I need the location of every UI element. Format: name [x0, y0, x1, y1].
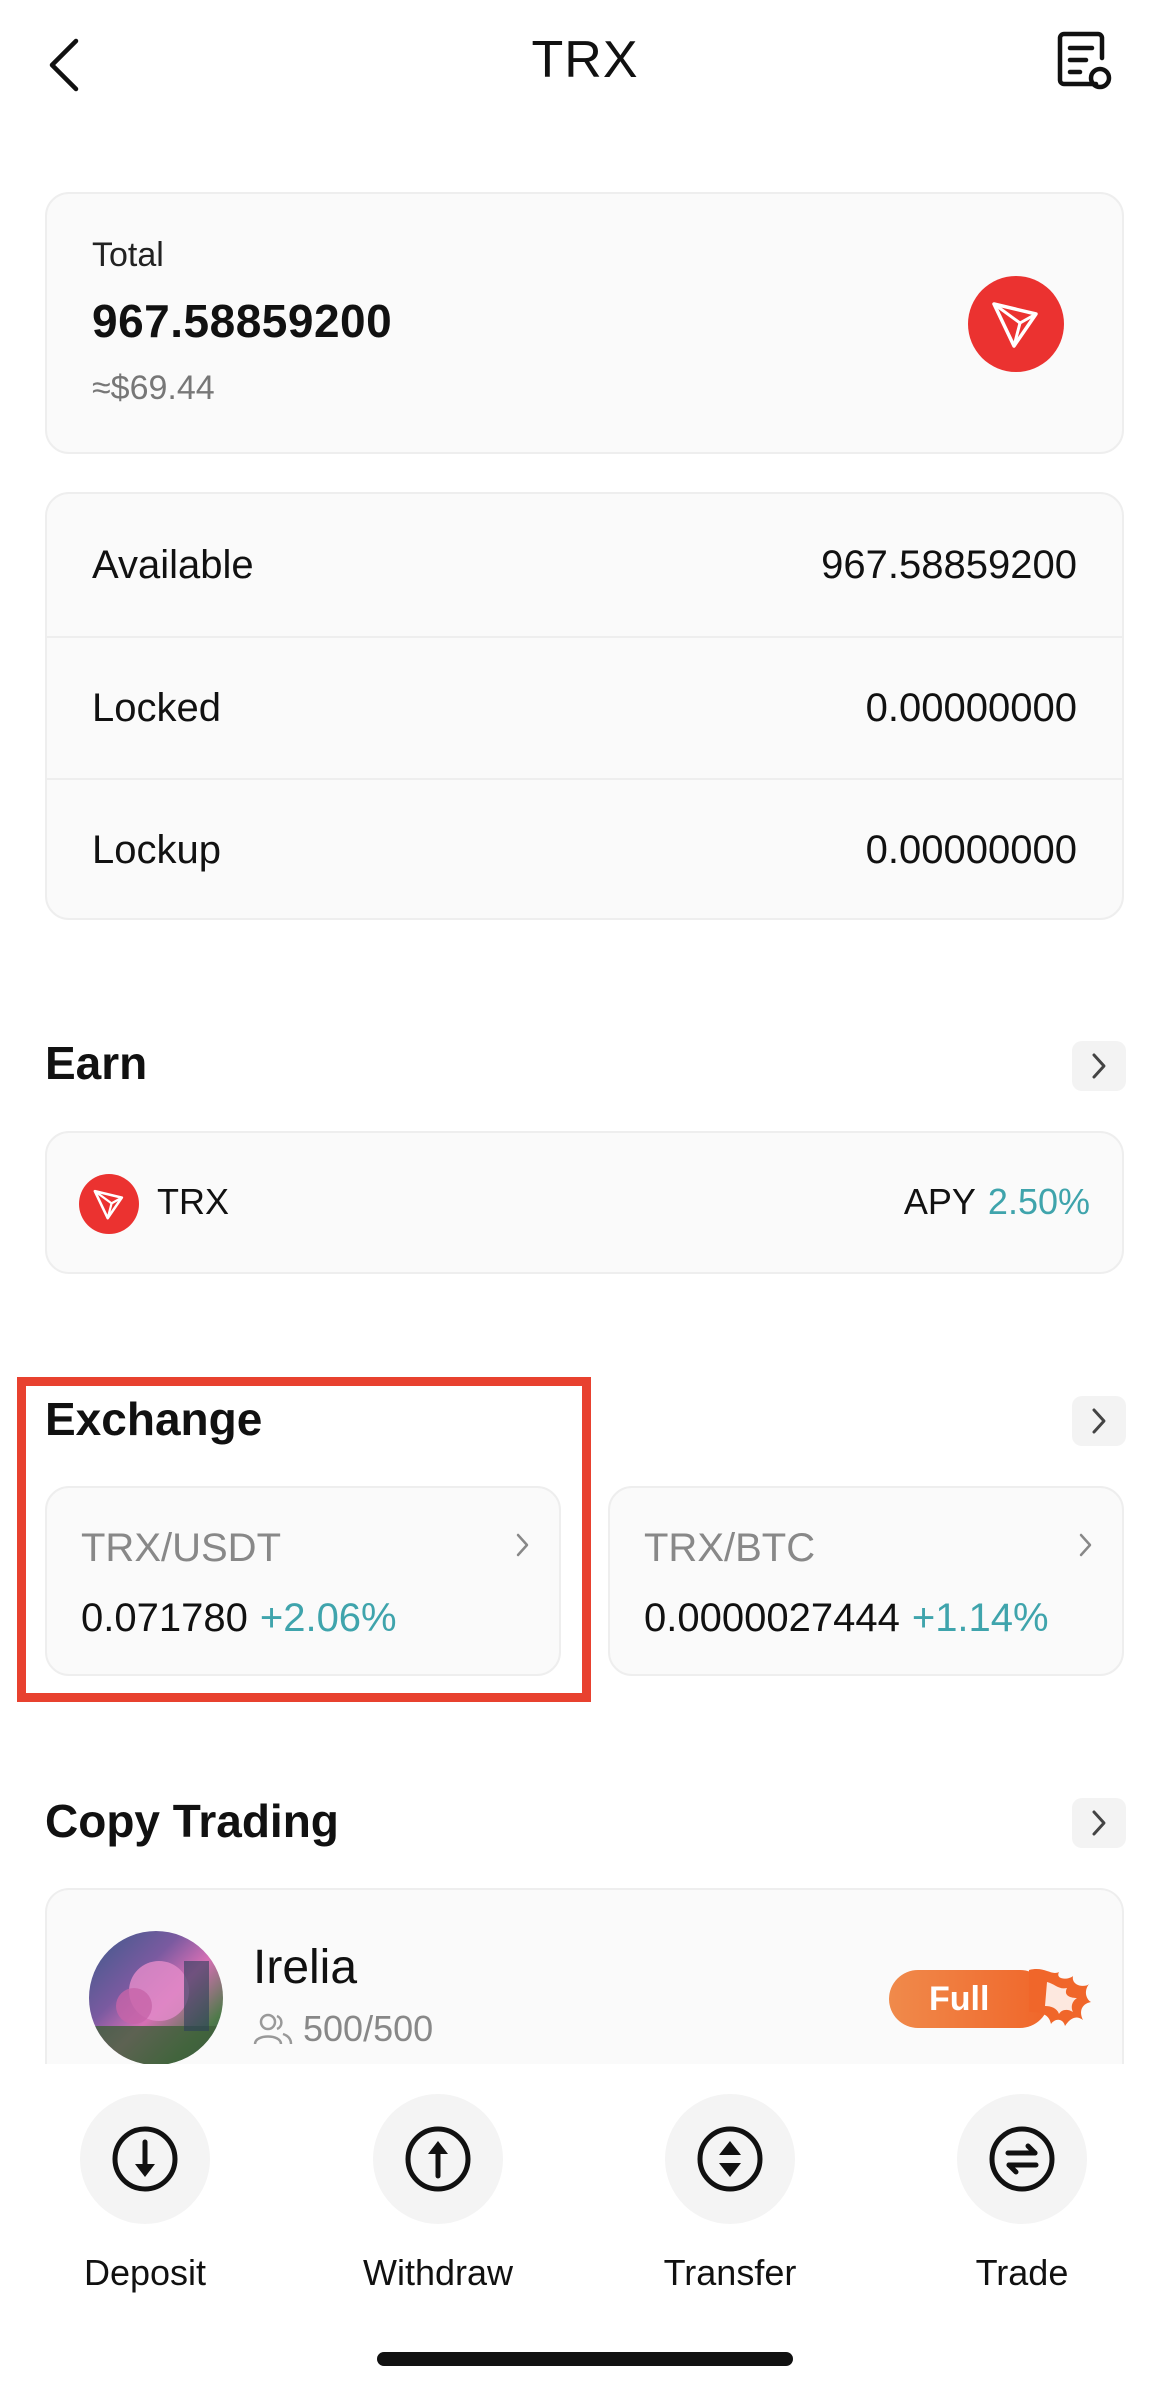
- page-title: TRX: [531, 31, 639, 89]
- balance-breakdown-card: Available 967.58859200 Locked 0.00000000…: [45, 492, 1124, 920]
- apy-value: 2.50%: [987, 1181, 1090, 1222]
- total-value: 967.58859200: [92, 295, 393, 347]
- balance-value: 0.00000000: [865, 827, 1077, 872]
- trade-button[interactable]: Trade: [902, 2094, 1142, 2294]
- balance-label: Lockup: [92, 827, 221, 872]
- earn-product-card[interactable]: TRX APY 2.50%: [45, 1131, 1124, 1274]
- action-label: Deposit: [83, 2252, 207, 2293]
- highlight-annotation-box: [17, 1377, 591, 1702]
- pair-price: 0.0000027444: [644, 1596, 900, 1640]
- transfer-icon-circle: [665, 2094, 795, 2224]
- trader-followers: 500/500: [253, 2008, 433, 2050]
- balance-value: 967.58859200: [821, 542, 1077, 587]
- copy-trader-card[interactable]: Irelia 500/500 Full: [45, 1888, 1124, 2088]
- pair-change: +1.14%: [911, 1596, 1049, 1640]
- earn-coin-name: TRX: [157, 1181, 229, 1222]
- avatar: [89, 1931, 223, 2065]
- total-label: Total: [92, 236, 164, 274]
- follower-count: 500/500: [303, 2008, 434, 2049]
- copy-trading-more-button[interactable]: [1072, 1798, 1126, 1848]
- earn-more-button[interactable]: [1072, 1041, 1126, 1091]
- transfer-icon: [697, 2126, 763, 2192]
- users-icon: [253, 2013, 293, 2045]
- pair-price-row: 0.0000027444 +1.14%: [644, 1596, 1049, 1641]
- total-card: Total 967.58859200 ≈$69.44: [45, 192, 1124, 454]
- home-indicator: [377, 2352, 793, 2366]
- tron-logo-icon: [968, 276, 1064, 372]
- pair-name: TRX/BTC: [644, 1526, 816, 1570]
- chevron-right-icon: [1092, 1408, 1106, 1434]
- action-label: Trade: [975, 2252, 1069, 2293]
- trade-icon-circle: [957, 2094, 1087, 2224]
- chevron-right-icon: [1092, 1810, 1106, 1836]
- trade-icon: [989, 2126, 1055, 2192]
- balance-label: Locked: [92, 685, 221, 730]
- balance-row-locked: Locked 0.00000000: [47, 636, 1122, 778]
- balance-value: 0.00000000: [865, 685, 1077, 730]
- deposit-button[interactable]: Deposit: [25, 2094, 265, 2294]
- copy-trading-section-title: Copy Trading: [45, 1795, 339, 1847]
- balance-row-lockup: Lockup 0.00000000: [47, 778, 1122, 920]
- record-document-icon: [1057, 31, 1112, 90]
- header: TRX: [0, 0, 1170, 130]
- exchange-more-button[interactable]: [1072, 1396, 1126, 1446]
- balance-row-available: Available 967.58859200: [47, 494, 1122, 636]
- tron-logo-icon: [79, 1174, 139, 1234]
- trader-name: Irelia: [253, 1941, 358, 1994]
- action-label: Transfer: [663, 2252, 797, 2293]
- chevron-right-icon: [1092, 1053, 1106, 1079]
- action-label: Withdraw: [362, 2252, 514, 2293]
- total-usd-value: ≈$69.44: [92, 369, 215, 407]
- withdraw-icon-circle: [373, 2094, 503, 2224]
- chevron-right-icon: [1078, 1532, 1094, 1563]
- transfer-button[interactable]: Transfer: [610, 2094, 850, 2294]
- withdraw-icon: [405, 2126, 471, 2192]
- balance-label: Available: [92, 542, 254, 587]
- earn-apy: APY 2.50%: [904, 1181, 1090, 1223]
- deposit-icon: [112, 2126, 178, 2192]
- bottom-action-bar: Deposit Withdraw Transfer Trade: [0, 2064, 1170, 2391]
- withdraw-button[interactable]: Withdraw: [318, 2094, 558, 2294]
- earn-section-title: Earn: [45, 1037, 148, 1089]
- records-button[interactable]: [1054, 30, 1120, 100]
- flame-icon: [1025, 1962, 1093, 2037]
- deposit-icon-circle: [80, 2094, 210, 2224]
- exchange-pair-card-trx-btc[interactable]: TRX/BTC 0.0000027444 +1.14%: [608, 1486, 1124, 1676]
- apy-label: APY: [903, 1181, 976, 1222]
